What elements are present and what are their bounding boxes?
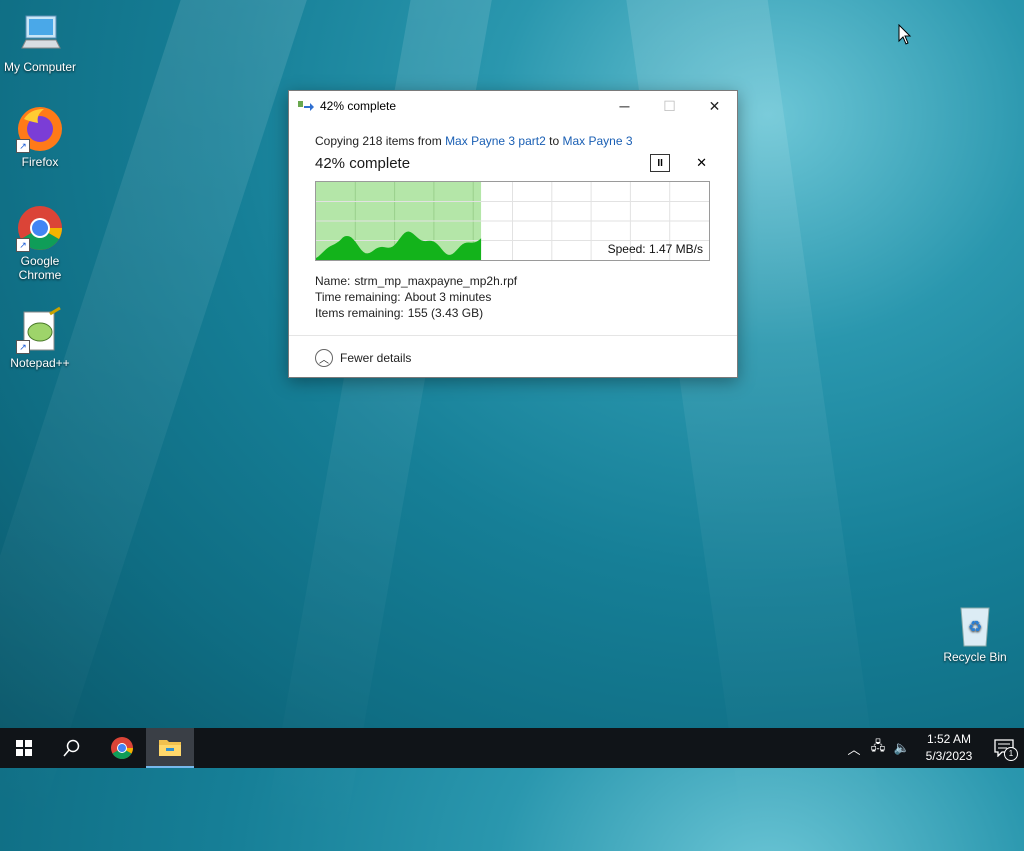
details-panel: Name: strm_mp_maxpayne_mp2h.rpf Time rema… [315,273,711,321]
desktop-icon-firefox[interactable]: ↗ Firefox [0,105,80,169]
fewer-details-button[interactable]: ︿ Fewer details [289,336,737,380]
system-tray: ︿ 🖧 🔈 1:52 AM 5/3/2023 1 [842,728,1024,768]
notepadpp-icon: ↗ [16,306,64,354]
clock[interactable]: 1:52 AM 5/3/2023 [914,731,984,765]
chevron-up-icon[interactable]: ︿ [842,739,866,758]
copy-to-text: to [545,134,563,148]
close-window-button[interactable]: ✕ [692,91,737,121]
desktop-icon-label: Notepad++ [10,356,70,370]
name-value: strm_mp_maxpayne_mp2h.rpf [354,274,518,288]
destination-folder-link[interactable]: Max Payne 3 [562,134,632,148]
clock-time: 1:52 AM [926,732,972,746]
maximize-button[interactable]: ☐ [647,91,692,121]
desktop-icon-recycle-bin[interactable]: ♻ Recycle Bin [935,600,1015,664]
volume-icon[interactable]: 🔈 [890,740,914,756]
desktop-icon-my-computer[interactable]: My Computer [0,10,80,74]
desktop-icon-label: Firefox [21,155,59,169]
pause-button[interactable]: II [650,154,671,172]
clock-date: 5/3/2023 [925,749,973,763]
start-button[interactable] [0,728,48,768]
windows-icon [16,740,32,756]
taskbar-chrome[interactable] [98,728,146,768]
search-icon [63,739,80,757]
taskbar: ︿ 🖧 🔈 1:52 AM 5/3/2023 1 [0,728,1024,768]
copy-prefix-text: Copying 218 items from [315,134,446,148]
time-label: Time remaining: [315,290,401,304]
svg-text:♻: ♻ [968,619,982,636]
shortcut-arrow-icon: ↗ [16,340,30,354]
speed-label: Speed: 1.47 MB/s [607,242,703,256]
speed-graph: Speed: 1.47 MB/s [315,181,710,261]
desktop-icon-google-chrome[interactable]: ↗ Google Chrome [0,204,80,282]
pause-icon: II [657,157,663,169]
name-label: Name: [315,274,351,288]
notification-count-badge: 1 [1004,747,1018,761]
fewer-details-label: Fewer details [340,351,412,365]
percent-complete-label: 42% complete [315,154,411,172]
desktop-icon-notepadpp[interactable]: ↗ Notepad++ [0,306,80,370]
desktop-icon-label: My Computer [3,60,77,74]
source-folder-link[interactable]: Max Payne 3 part2 [445,134,546,148]
network-icon[interactable]: 🖧 [866,737,890,759]
close-icon: ✕ [696,155,707,170]
title-bar[interactable]: 42% complete ─ ☐ ✕ [289,91,737,121]
desktop-icon-label: Recycle Bin [943,650,1007,664]
computer-icon [16,10,64,58]
chevron-up-icon: ︿ [315,349,333,367]
time-value: About 3 minutes [404,290,492,304]
search-button[interactable] [48,728,96,768]
minimize-button[interactable]: ─ [602,91,647,121]
desktop-icon-label: Google Chrome [18,254,62,282]
copy-summary: Copying 218 items from Max Payne 3 part2… [315,134,711,148]
recycle-bin-icon: ♻ [951,600,999,648]
firefox-icon: ↗ [16,105,64,153]
chrome-icon [111,737,133,759]
items-value: 155 (3.43 GB) [407,306,484,320]
cancel-copy-button[interactable]: ✕ [696,155,707,171]
chrome-icon: ↗ [16,204,64,252]
shortcut-arrow-icon: ↗ [16,139,30,153]
items-label: Items remaining: [315,306,404,320]
folder-icon [159,740,181,756]
items-row: Items remaining: 155 (3.43 GB) [315,305,711,321]
copy-progress-dialog: 42% complete ─ ☐ ✕ Copying 218 items fro… [288,90,738,378]
dialog-title: 42% complete [320,99,397,113]
taskbar-file-explorer[interactable] [146,728,194,768]
shortcut-arrow-icon: ↗ [16,238,30,252]
notification-center-button[interactable]: 1 [984,728,1024,768]
name-row: Name: strm_mp_maxpayne_mp2h.rpf [315,273,711,289]
copy-file-icon [298,100,314,112]
time-row: Time remaining: About 3 minutes [315,289,711,305]
